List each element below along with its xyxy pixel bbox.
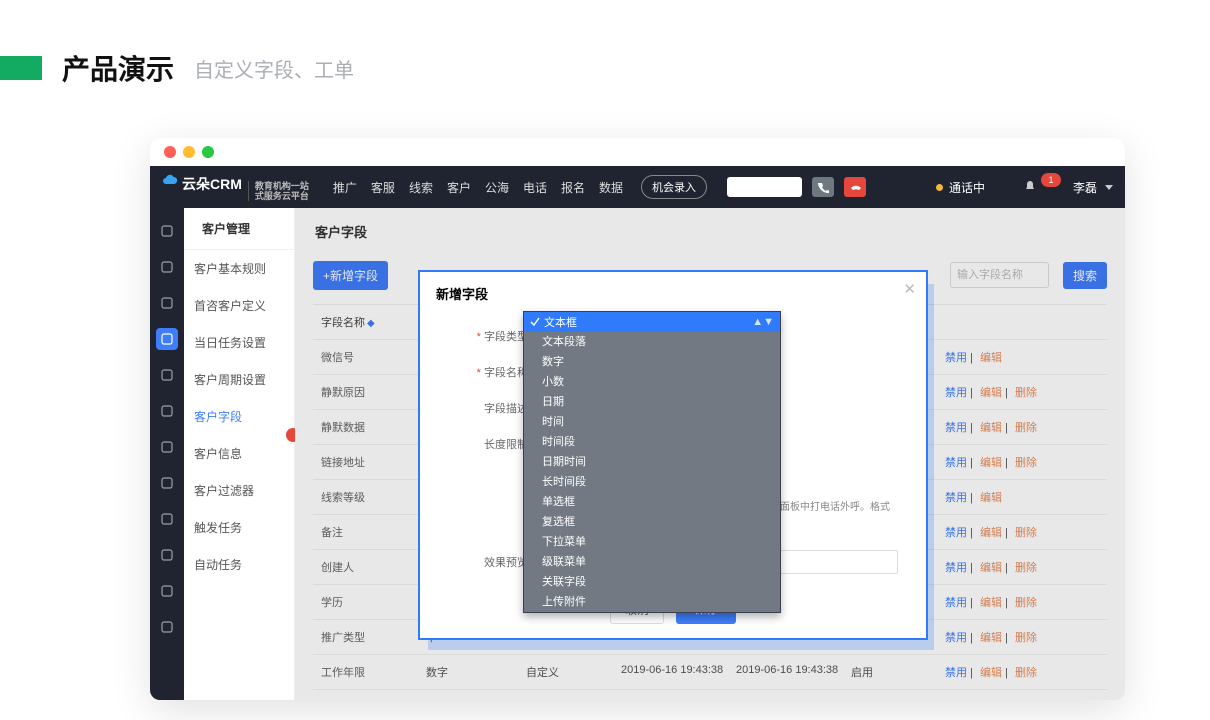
chevron-down-icon: [1105, 185, 1113, 190]
dropdown-option[interactable]: 单选框: [524, 492, 780, 512]
brand-name: 云朵CRM: [182, 174, 242, 194]
dropdown-option[interactable]: 级联菜单: [524, 552, 780, 572]
dropdown-option[interactable]: 小数: [524, 372, 780, 392]
call-status: 通话中: [936, 179, 985, 196]
window-chrome: [150, 138, 1125, 166]
tag-icon[interactable]: [156, 580, 178, 602]
sidebar-item[interactable]: 当日任务设置: [184, 324, 294, 361]
nav-item[interactable]: 客服: [371, 179, 395, 196]
search-icon[interactable]: [156, 472, 178, 494]
sidebar-item[interactable]: 客户信息: [184, 435, 294, 472]
user-icon[interactable]: [156, 328, 178, 350]
sidebar-item[interactable]: 首咨客户定义: [184, 287, 294, 324]
page-subtitle: 自定义字段、工单: [194, 54, 354, 83]
analytics-icon[interactable]: [156, 292, 178, 314]
nav-item[interactable]: 线索: [409, 179, 433, 196]
nav-item[interactable]: 公海: [485, 179, 509, 196]
hangup-button[interactable]: [844, 177, 866, 197]
dashboard-icon[interactable]: [156, 220, 178, 242]
sidebar-item[interactable]: 触发任务: [184, 509, 294, 546]
check-icon: [530, 317, 540, 327]
dropdown-option[interactable]: 日期时间: [524, 452, 780, 472]
nav-item[interactable]: 数据: [599, 179, 623, 196]
sidebar-section-title: 客户管理: [184, 208, 294, 250]
opportunity-entry-button[interactable]: 机会录入: [641, 175, 707, 199]
dial-button[interactable]: [812, 177, 834, 197]
caret-icon: ▲▼: [752, 316, 774, 328]
dropdown-option[interactable]: 数字: [524, 352, 780, 372]
card-icon[interactable]: [156, 616, 178, 638]
sidebar-item[interactable]: 自动任务: [184, 546, 294, 583]
close-icon[interactable]: [164, 146, 176, 158]
maximize-icon[interactable]: [202, 146, 214, 158]
nav-item[interactable]: 推广: [333, 179, 357, 196]
sidebar-item[interactable]: 客户过滤器: [184, 472, 294, 509]
cloud-icon: [162, 173, 178, 189]
brand[interactable]: 云朵CRM 教育机构一站式服务云平台: [162, 173, 309, 201]
modal-close-button[interactable]: ✕: [903, 280, 916, 298]
top-nav: 云朵CRM 教育机构一站式服务云平台 推广客服线索客户公海电话报名数据 机会录入…: [150, 166, 1125, 208]
sidebar-item[interactable]: 客户周期设置: [184, 361, 294, 398]
sidebar-item[interactable]: 客户字段: [184, 398, 294, 435]
modal-title: 新增字段: [418, 270, 928, 317]
top-search-input[interactable]: [727, 177, 802, 197]
user-name: 李磊: [1073, 179, 1097, 196]
dropdown-option[interactable]: 文本段落: [524, 332, 780, 352]
accent-bar: [0, 56, 42, 80]
brand-tagline: 教育机构一站式服务云平台: [248, 181, 309, 201]
nav-item[interactable]: 报名: [561, 179, 585, 196]
dropdown-option[interactable]: 时间: [524, 412, 780, 432]
dropdown-option[interactable]: 关联字段: [524, 572, 780, 592]
sub-sidebar: 客户管理 客户基本规则首咨客户定义当日任务设置客户周期设置客户字段客户信息客户过…: [184, 208, 295, 700]
field-type-dropdown[interactable]: 文本框 ▲▼ 文本段落数字小数日期时间时间段日期时间长时间段单选框复选框下拉菜单…: [523, 311, 781, 613]
minimize-icon[interactable]: [183, 146, 195, 158]
nav-item[interactable]: 客户: [447, 179, 471, 196]
icon-rail: [150, 208, 184, 700]
phone-icon[interactable]: [156, 544, 178, 566]
dropdown-selected-option[interactable]: 文本框 ▲▼: [524, 312, 780, 332]
dropdown-option[interactable]: 日期: [524, 392, 780, 412]
dropdown-option[interactable]: 下拉菜单: [524, 532, 780, 552]
dropdown-option[interactable]: 时间段: [524, 432, 780, 452]
shield-icon[interactable]: [156, 256, 178, 278]
dropdown-option[interactable]: 复选框: [524, 512, 780, 532]
warning-icon[interactable]: [156, 436, 178, 458]
user-menu[interactable]: 1 李磊: [1023, 179, 1113, 196]
nav-item[interactable]: 电话: [523, 179, 547, 196]
status-dot-icon: [936, 184, 943, 191]
ticket-icon[interactable]: [156, 364, 178, 386]
note-icon[interactable]: [156, 508, 178, 530]
nav-links: 推广客服线索客户公海电话报名数据: [333, 179, 623, 196]
page-title: 产品演示: [62, 48, 174, 88]
dropdown-option[interactable]: 长时间段: [524, 472, 780, 492]
home-icon[interactable]: [156, 400, 178, 422]
bell-icon: [1023, 180, 1037, 194]
notification-badge: 1: [1041, 173, 1061, 187]
dropdown-option[interactable]: 上传附件: [524, 592, 780, 612]
sidebar-item[interactable]: 客户基本规则: [184, 250, 294, 287]
